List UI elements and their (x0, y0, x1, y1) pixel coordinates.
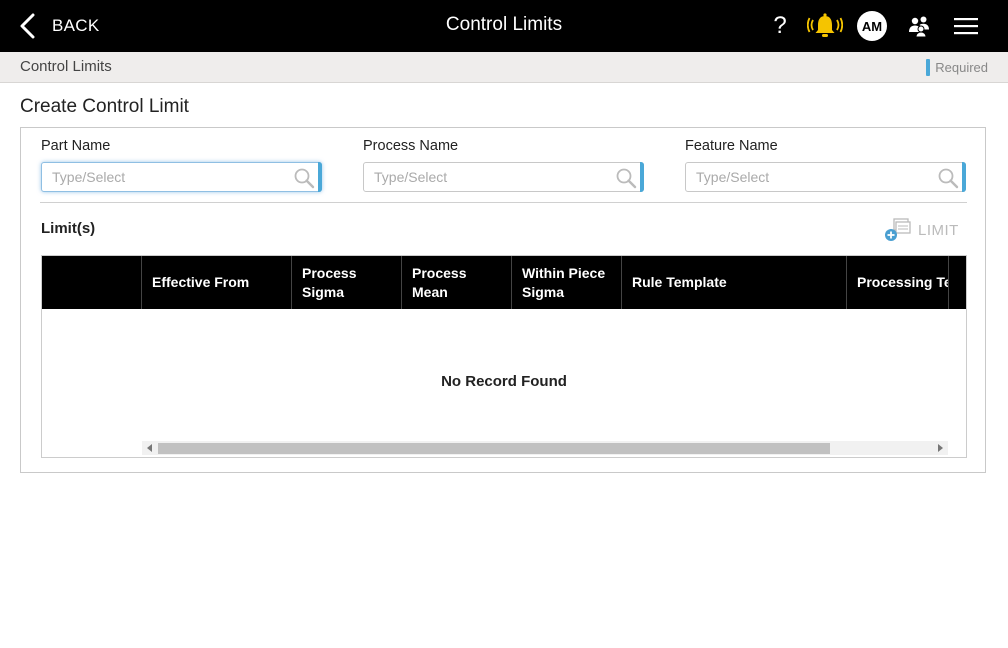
column-header-select (42, 256, 142, 309)
horizontal-scrollbar[interactable] (142, 441, 948, 455)
process-name-label: Process Name (363, 138, 459, 154)
add-limit-button[interactable]: LIMIT (884, 216, 964, 246)
process-name-input[interactable] (374, 167, 604, 187)
required-label: Required (935, 60, 988, 75)
avatar-initials: AM (857, 11, 887, 41)
column-header-process-sigma[interactable]: Process Sigma (291, 256, 402, 309)
column-header-effective-from[interactable]: Effective From (141, 256, 292, 309)
form-title: Create Control Limit (20, 96, 189, 117)
search-icon[interactable] (293, 167, 315, 189)
help-icon[interactable]: ? (770, 10, 790, 42)
hamburger-menu-icon[interactable] (953, 10, 979, 42)
scroll-left-icon[interactable] (147, 444, 152, 452)
required-marker (640, 162, 644, 192)
scrollbar-thumb[interactable] (158, 443, 830, 454)
column-header-rule-template[interactable]: Rule Template (621, 256, 847, 309)
limits-label: Limit(s) (41, 220, 96, 237)
required-marker (962, 162, 966, 192)
required-marker (926, 59, 931, 76)
process-name-field (363, 162, 644, 192)
users-icon[interactable] (907, 10, 931, 42)
scroll-right-icon[interactable] (938, 444, 943, 452)
feature-name-label: Feature Name (685, 138, 778, 154)
search-icon[interactable] (615, 167, 637, 189)
top-bar: BACK Control Limits ? AM (0, 0, 1008, 52)
limits-table: Effective From Process Sigma Process Mea… (41, 255, 967, 458)
section-divider (40, 202, 967, 203)
column-header-process-mean[interactable]: Process Mean (401, 256, 512, 309)
required-legend: Required (926, 59, 988, 76)
breadcrumb: Control Limits Required (0, 52, 1008, 83)
table-header: Effective From Process Sigma Process Mea… (42, 256, 966, 309)
add-limit-label: LIMIT (918, 222, 959, 239)
empty-state-message: No Record Found (441, 373, 567, 390)
column-header-processing-template[interactable]: Processing Template (846, 256, 949, 309)
required-marker (318, 162, 322, 192)
feature-name-input[interactable] (696, 167, 926, 187)
part-name-input[interactable] (52, 167, 282, 187)
user-avatar[interactable]: AM (857, 10, 887, 42)
add-limit-icon (885, 218, 911, 241)
column-header-filler (948, 256, 966, 309)
part-name-label: Part Name (41, 138, 111, 154)
feature-name-field (685, 162, 966, 192)
breadcrumb-item: Control Limits (20, 58, 112, 75)
alarm-bell-icon[interactable] (807, 10, 843, 42)
part-name-field (41, 162, 322, 192)
column-header-within-piece-sigma[interactable]: Within Piece Sigma (511, 256, 622, 309)
search-icon[interactable] (937, 167, 959, 189)
